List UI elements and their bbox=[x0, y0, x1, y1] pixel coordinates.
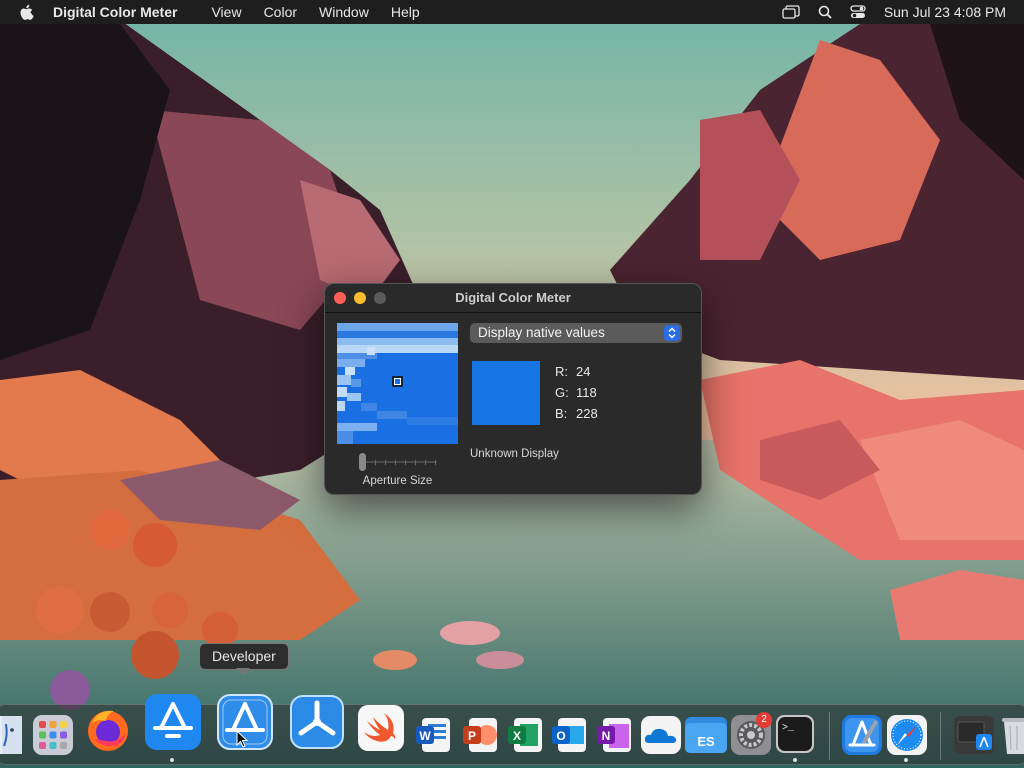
slider-tick bbox=[405, 460, 406, 465]
red-label: R: bbox=[555, 364, 568, 379]
titlebar-divider bbox=[325, 312, 701, 313]
onenote-icon[interactable]: N bbox=[595, 716, 633, 754]
green-row: G: 118 bbox=[555, 385, 598, 406]
digital-color-meter-window: Digital Color Meter Aperture Size Displa… bbox=[324, 283, 702, 495]
slider-knob[interactable] bbox=[359, 453, 366, 471]
running-indicator bbox=[170, 758, 174, 762]
svg-text:ES: ES bbox=[697, 734, 715, 749]
red-value: 24 bbox=[576, 364, 591, 379]
app-store-icon[interactable] bbox=[145, 694, 201, 750]
help-menu[interactable]: Help bbox=[391, 4, 420, 20]
window-menu[interactable]: Window bbox=[319, 4, 369, 20]
excel-icon[interactable]: X bbox=[506, 716, 544, 754]
rgb-values: R: 24 G: 118 B: 228 bbox=[555, 364, 598, 427]
mouse-pointer-icon bbox=[236, 730, 248, 748]
menu-bar-clock[interactable]: Sun Jul 23 4:08 PM bbox=[884, 4, 1006, 20]
aperture-size-label: Aperture Size bbox=[362, 475, 433, 487]
slider-tick bbox=[435, 460, 436, 465]
stage-manager-icon[interactable] bbox=[782, 5, 800, 19]
slider-tick bbox=[375, 460, 376, 465]
swift-playgrounds-icon[interactable] bbox=[358, 705, 404, 751]
view-menu[interactable]: View bbox=[211, 4, 241, 20]
running-indicator bbox=[793, 758, 797, 762]
outlook-icon[interactable]: O bbox=[550, 716, 588, 754]
app-menu[interactable]: Digital Color Meter bbox=[53, 4, 177, 20]
svg-text:>_: >_ bbox=[782, 723, 795, 734]
aperture-size-slider[interactable] bbox=[359, 453, 437, 471]
onedrive-icon[interactable] bbox=[641, 716, 681, 754]
tooltip-arrow bbox=[236, 668, 250, 675]
apple-menu-icon[interactable] bbox=[19, 4, 35, 21]
trash-icon[interactable] bbox=[1000, 714, 1024, 756]
window-title: Digital Color Meter bbox=[455, 290, 571, 305]
svg-text:O: O bbox=[556, 729, 565, 743]
green-label: G: bbox=[555, 385, 569, 400]
slider-tick bbox=[415, 460, 416, 465]
red-row: R: 24 bbox=[555, 364, 598, 385]
blue-row: B: 228 bbox=[555, 406, 598, 427]
slider-tick bbox=[395, 460, 396, 465]
finder-icon[interactable] bbox=[0, 716, 24, 754]
green-value: 118 bbox=[576, 385, 597, 400]
svg-text:P: P bbox=[468, 729, 476, 743]
status-area: Sun Jul 23 4:08 PM bbox=[782, 0, 1006, 24]
svg-text:X: X bbox=[513, 729, 521, 743]
firefox-icon[interactable] bbox=[84, 705, 132, 753]
dock-tooltip: Developer bbox=[199, 643, 289, 670]
popup-chevron-icon bbox=[664, 325, 680, 341]
xcode-icon[interactable] bbox=[842, 715, 882, 755]
spotlight-search-icon[interactable] bbox=[818, 5, 832, 19]
display-name-label: Unknown Display bbox=[470, 448, 559, 460]
files-icon[interactable]: ES bbox=[685, 715, 727, 755]
word-icon[interactable]: W bbox=[414, 716, 452, 754]
dock-separator bbox=[940, 712, 941, 760]
dock-separator bbox=[829, 712, 830, 760]
running-indicator bbox=[904, 758, 908, 762]
slider-tick bbox=[385, 460, 386, 465]
downloads-icon[interactable] bbox=[954, 716, 994, 754]
svg-text:N: N bbox=[602, 729, 611, 743]
settings-notification-badge: 2 bbox=[756, 712, 772, 728]
magnified-pixel-view bbox=[337, 323, 458, 444]
slider-tick bbox=[425, 460, 426, 465]
launchpad-icon[interactable] bbox=[33, 715, 73, 755]
color-sample-swatch bbox=[472, 361, 540, 425]
menu-bar: Digital Color Meter View Color Window He… bbox=[0, 0, 1024, 24]
color-menu[interactable]: Color bbox=[264, 4, 297, 20]
powerpoint-icon[interactable]: P bbox=[461, 716, 499, 754]
safari-icon[interactable] bbox=[887, 715, 927, 755]
display-values-select-value: Display native values bbox=[478, 325, 605, 340]
testflight-icon[interactable] bbox=[290, 695, 344, 749]
blue-value: 228 bbox=[576, 406, 598, 421]
svg-text:W: W bbox=[419, 729, 431, 743]
blue-label: B: bbox=[555, 406, 568, 421]
control-center-icon[interactable] bbox=[850, 5, 866, 19]
terminal-icon[interactable]: >_ bbox=[776, 715, 814, 753]
window-titlebar[interactable]: Digital Color Meter bbox=[325, 284, 701, 313]
display-values-select[interactable]: Display native values bbox=[470, 323, 682, 343]
